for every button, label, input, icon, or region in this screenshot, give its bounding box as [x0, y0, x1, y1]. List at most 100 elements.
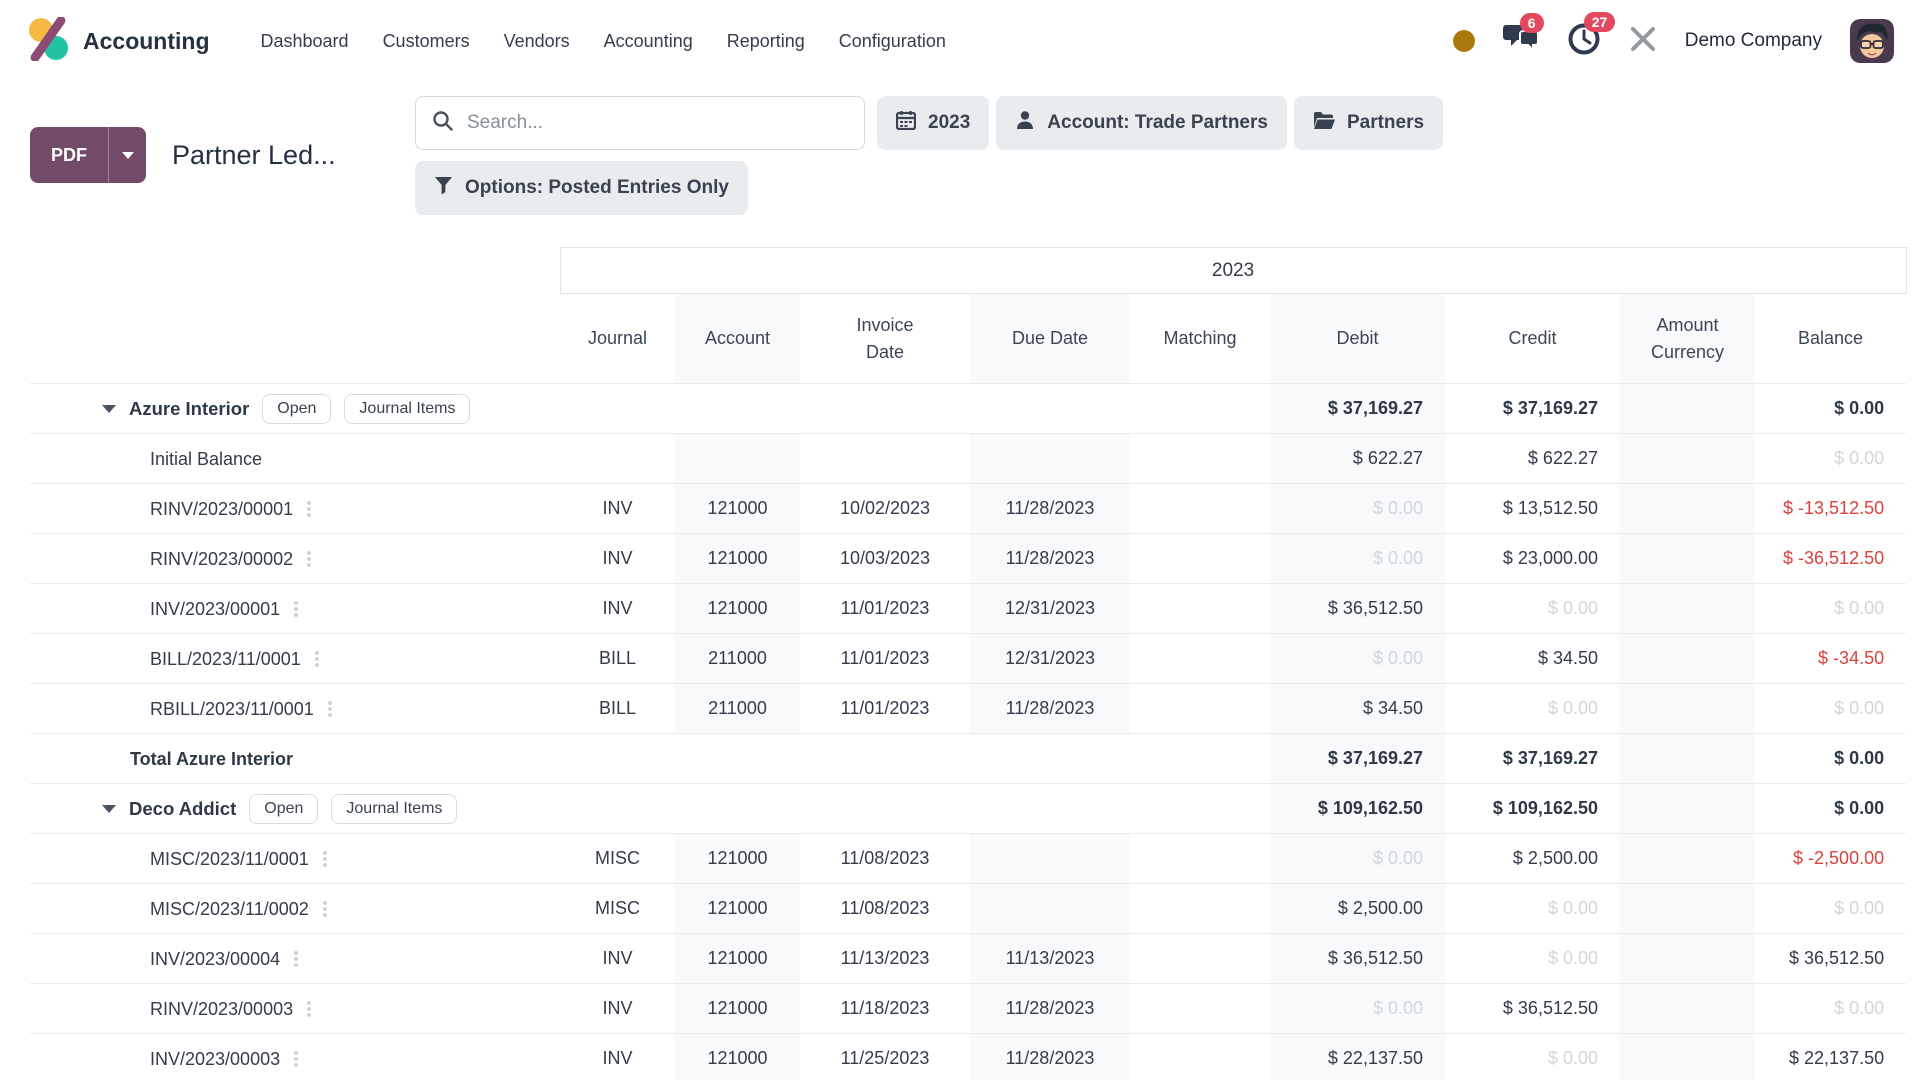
menu-item-dashboard[interactable]: Dashboard [244, 31, 366, 52]
move-line-name[interactable]: BILL/2023/11/0001 [150, 648, 301, 668]
messages-button[interactable]: 6 [1503, 23, 1539, 60]
menu-item-customers[interactable]: Customers [366, 31, 487, 52]
menu-item-reporting[interactable]: Reporting [710, 31, 822, 52]
move-line-name[interactable]: RINV/2023/00001 [150, 498, 293, 518]
line-row: INV/2023/00001INV12100011/01/202312/31/2… [30, 584, 1906, 634]
balance-cell: $ -13,512.50 [1755, 484, 1906, 534]
status-dot-icon[interactable] [1453, 30, 1475, 52]
account-cell: 121000 [675, 934, 800, 984]
move-line-name[interactable]: INV/2023/00004 [150, 948, 280, 968]
odoo-accounting-logo[interactable] [26, 17, 70, 66]
kebab-menu-icon[interactable] [323, 901, 327, 917]
account-cell: 121000 [675, 834, 800, 884]
menu-item-configuration[interactable]: Configuration [822, 31, 963, 52]
messages-count-badge: 6 [1520, 13, 1544, 33]
options-filter-button[interactable]: Options: Posted Entries Only [415, 161, 748, 215]
activities-button[interactable]: 27 [1567, 22, 1601, 61]
search-input[interactable] [467, 112, 848, 134]
amount-currency-cell [1620, 884, 1755, 934]
row-label-cell: RBILL/2023/11/0001 [30, 684, 560, 734]
amount-currency-cell [1620, 934, 1755, 984]
due-date-cell: 11/28/2023 [970, 984, 1130, 1034]
kebab-menu-icon[interactable] [315, 651, 319, 667]
row-label-cell: RINV/2023/00002 [30, 534, 560, 584]
kebab-menu-icon[interactable] [294, 1051, 298, 1067]
company-switcher[interactable]: Demo Company [1685, 30, 1822, 52]
funnel-icon [434, 176, 453, 201]
journal-items-button[interactable]: Journal Items [331, 794, 457, 824]
credit-cell: $ 0.00 [1445, 884, 1620, 934]
empty-cell [560, 734, 1270, 784]
user-avatar[interactable] [1850, 19, 1894, 63]
matching-cell [1130, 634, 1270, 684]
move-line-name[interactable]: MISC/2023/11/0001 [150, 848, 309, 868]
matching-cell [1130, 684, 1270, 734]
filter-calendar-2023[interactable]: 2023 [877, 96, 989, 150]
debit-cell: $ 37,169.27 [1270, 734, 1445, 784]
move-line-name[interactable]: INV/2023/00001 [150, 598, 280, 618]
debit-cell: $ 0.00 [1270, 634, 1445, 684]
app-name[interactable]: Accounting [83, 28, 210, 55]
kebab-menu-icon[interactable] [307, 551, 311, 567]
account-cell [675, 434, 800, 484]
journal-cell: MISC [560, 884, 675, 934]
due-date-cell [970, 834, 1130, 884]
kebab-menu-icon[interactable] [294, 951, 298, 967]
partner-name[interactable]: Azure Interior [129, 398, 249, 419]
pdf-dropdown-toggle[interactable] [108, 127, 146, 183]
folder-icon [1313, 111, 1335, 136]
line-row: RINV/2023/00003INV12100011/18/202311/28/… [30, 984, 1906, 1034]
activities-count-badge: 27 [1584, 12, 1616, 32]
row-label-cell: INV/2023/00001 [30, 584, 560, 634]
open-button[interactable]: Open [262, 394, 331, 424]
partner-ledger-table: 2023 JournalAccountInvoice DateDue DateM… [30, 247, 1920, 1080]
move-line-name[interactable]: RBILL/2023/11/0001 [150, 698, 314, 718]
invoice-date-cell: 11/08/2023 [800, 884, 970, 934]
due-date-cell: 12/31/2023 [970, 584, 1130, 634]
debit-cell: $ 37,169.27 [1270, 384, 1445, 434]
kebab-menu-icon[interactable] [328, 701, 332, 717]
filter-folder-partners[interactable]: Partners [1294, 96, 1443, 150]
filter-label: Account: Trade Partners [1047, 112, 1268, 134]
move-line-name[interactable]: RINV/2023/00002 [150, 548, 293, 568]
line-row: RBILL/2023/11/0001BILL21100011/01/202311… [30, 684, 1906, 734]
kebab-menu-icon[interactable] [307, 501, 311, 517]
tools-icon[interactable] [1629, 25, 1657, 58]
column-header-balance: Balance [1755, 294, 1906, 384]
table-body: Azure Interior Open Journal Items $ 37,169.… [30, 384, 1906, 1080]
open-button[interactable]: Open [249, 794, 318, 824]
filter-user-account-trade-partners[interactable]: Account: Trade Partners [996, 96, 1287, 150]
menu-item-accounting[interactable]: Accounting [587, 31, 710, 52]
move-line-name[interactable]: MISC/2023/11/0002 [150, 898, 309, 918]
due-date-cell: 11/28/2023 [970, 1034, 1130, 1080]
pdf-button[interactable]: PDF [30, 127, 108, 183]
debit-cell: $ 22,137.50 [1270, 1034, 1445, 1080]
amount-currency-cell [1620, 484, 1755, 534]
row-label-cell: RINV/2023/00001 [30, 484, 560, 534]
invoice-date-cell: 11/25/2023 [800, 1034, 970, 1080]
search-box[interactable] [415, 96, 865, 150]
kebab-menu-icon[interactable] [307, 1001, 311, 1017]
amount-currency-cell [1620, 984, 1755, 1034]
journal-items-button[interactable]: Journal Items [344, 394, 470, 424]
amount-currency-cell [1620, 684, 1755, 734]
move-line-name[interactable]: RINV/2023/00003 [150, 998, 293, 1018]
kebab-menu-icon[interactable] [323, 851, 327, 867]
invoice-date-cell: 11/01/2023 [800, 684, 970, 734]
matching-cell [1130, 484, 1270, 534]
column-header-debit: Debit [1270, 294, 1445, 384]
column-header-invoice-date: Invoice Date [800, 294, 970, 384]
control-bar: PDF Partner Led... 2023Account: Trade Pa… [0, 82, 1920, 247]
column-header-row: JournalAccountInvoice DateDue DateMatchi… [30, 294, 1906, 384]
amount-currency-cell [1620, 784, 1755, 834]
credit-cell: $ 37,169.27 [1445, 384, 1620, 434]
chevron-down-icon[interactable] [102, 405, 116, 413]
move-line-name[interactable]: INV/2023/00003 [150, 1049, 280, 1069]
menu-item-vendors[interactable]: Vendors [487, 31, 587, 52]
chevron-down-icon[interactable] [102, 805, 116, 813]
journal-cell: INV [560, 534, 675, 584]
credit-cell: $ 0.00 [1445, 934, 1620, 984]
amount-currency-cell [1620, 834, 1755, 884]
kebab-menu-icon[interactable] [294, 601, 298, 617]
partner-name[interactable]: Deco Addict [129, 798, 236, 819]
